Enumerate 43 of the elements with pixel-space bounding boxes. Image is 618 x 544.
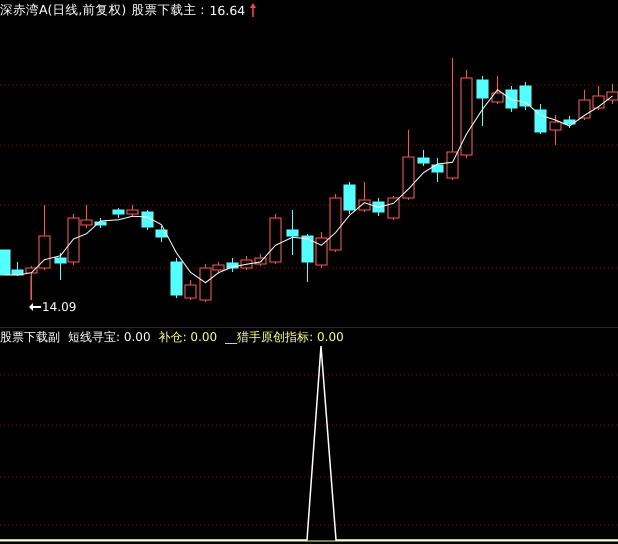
falling-candlestick <box>226 258 238 272</box>
falling-candlestick <box>534 104 546 134</box>
falling-candlestick <box>520 82 532 110</box>
indicator-name: 股票下载主 : <box>131 2 204 18</box>
rising-candlestick <box>492 76 504 104</box>
rising-candlestick <box>270 214 282 264</box>
rising-candlestick <box>402 130 414 200</box>
left-arrow-icon <box>29 303 41 311</box>
falling-candlestick <box>506 86 518 112</box>
falling-candlestick <box>156 226 168 242</box>
legend-value: __猎手原创指标: 0.00 <box>225 328 344 346</box>
min-price-label: 14.09 <box>42 300 76 314</box>
rising-candlestick <box>606 84 618 104</box>
legend-value: 短线寻宝: 0.00 <box>68 328 151 346</box>
rising-candlestick <box>578 90 590 120</box>
falling-candlestick <box>142 210 154 230</box>
falling-candlestick <box>432 158 444 182</box>
falling-candlestick <box>286 210 298 256</box>
panel-name: 股票下载副 <box>0 328 60 346</box>
falling-candlestick <box>564 116 576 128</box>
falling-candlestick <box>476 76 488 126</box>
rising-candlestick <box>388 196 400 220</box>
falling-candlestick <box>302 234 314 282</box>
rising-candlestick <box>254 254 266 266</box>
falling-candlestick <box>418 150 430 166</box>
legend-value: 补仓: 0.00 <box>158 328 218 346</box>
falling-candlestick <box>170 258 182 298</box>
falling-candlestick <box>344 182 356 214</box>
rising-candlestick <box>592 86 604 110</box>
rising-candlestick <box>550 114 562 146</box>
falling-candlestick <box>112 208 124 218</box>
max-price-label: 16.64 <box>209 2 246 18</box>
falling-candlestick <box>94 218 106 228</box>
rising-candlestick <box>330 194 342 252</box>
rising-candlestick <box>316 232 328 268</box>
rising-candlestick <box>126 204 138 216</box>
falling-candlestick <box>372 198 384 216</box>
stock-name: 深赤湾A(日线,前复权) <box>0 2 126 18</box>
falling-candlestick <box>54 252 66 280</box>
rising-candlestick <box>358 182 370 212</box>
up-arrow-icon <box>250 3 256 17</box>
rising-candlestick <box>184 280 196 300</box>
rising-candlestick <box>240 256 252 270</box>
